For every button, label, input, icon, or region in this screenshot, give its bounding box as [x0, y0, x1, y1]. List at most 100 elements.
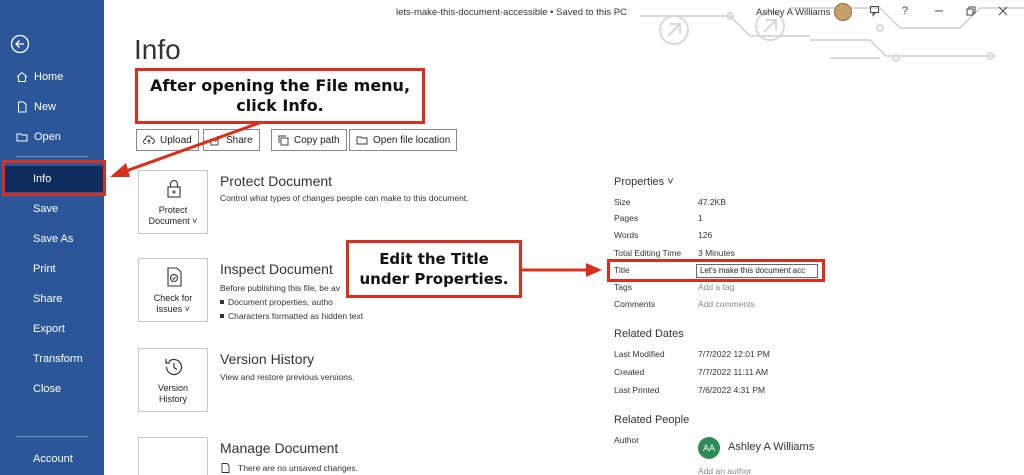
document-icon [221, 462, 230, 475]
property-value: 47.2KB [698, 197, 726, 207]
share-button[interactable]: Share [203, 129, 260, 151]
sidebar-item-share[interactable]: Share [0, 286, 104, 312]
inspect-button-label-2: Issues ˅ [156, 304, 190, 314]
restore-icon[interactable] [964, 4, 978, 18]
author-label: Author [614, 435, 640, 445]
protect-document-title: Protect Document [220, 173, 333, 189]
info-highlight-box [2, 160, 106, 196]
date-value: 7/6/2022 4:31 PM [698, 385, 766, 395]
open-file-location-label: Open file location [373, 134, 451, 146]
date-label: Last Modified [614, 349, 665, 359]
version-button-label-2: History [158, 394, 187, 404]
protect-document-desc: Control what types of changes people can… [220, 193, 469, 203]
share-label: Share [226, 134, 253, 146]
copy-path-label: Copy path [294, 134, 340, 146]
comments-input[interactable]: Add comments [698, 299, 755, 309]
folder-icon [356, 136, 368, 145]
sidebar-item-label: Export [33, 323, 65, 335]
tags-label: Tags [614, 282, 632, 292]
sidebar-item-label: Account [33, 453, 73, 465]
sidebar-item-close[interactable]: Close [0, 376, 104, 402]
sidebar-item-label: Close [33, 383, 62, 395]
check-for-issues-button[interactable]: Check for Issues ˅ [138, 258, 208, 322]
new-doc-icon [16, 101, 28, 113]
copy-icon [278, 135, 289, 145]
sidebar-divider [16, 156, 88, 157]
version-button-label: Version [157, 383, 189, 393]
sidebar-item-label: New [34, 101, 57, 113]
page-title: Info [134, 34, 181, 65]
feedback-icon[interactable] [868, 4, 882, 18]
property-label: Size [614, 197, 631, 207]
title-highlight-box [607, 259, 825, 282]
close-icon[interactable] [996, 4, 1010, 18]
protect-button-label: Protect [158, 205, 188, 215]
inspect-document-title: Inspect Document [220, 261, 333, 277]
history-clock-icon [161, 355, 187, 379]
add-author-link[interactable]: Add an author [698, 466, 751, 475]
property-value: 126 [698, 230, 713, 240]
upload-button[interactable]: Upload [136, 129, 199, 151]
upload-label: Upload [160, 134, 192, 146]
folder-open-icon [16, 131, 28, 143]
related-people-heading: Related People [614, 414, 690, 426]
open-file-location-button[interactable]: Open file location [349, 129, 458, 151]
date-label: Created [614, 367, 645, 377]
comments-label: Comments [614, 299, 656, 309]
property-value: 3 Minutes [698, 248, 735, 258]
sidebar-item-label: Save As [33, 233, 74, 245]
sidebar-divider [16, 436, 88, 437]
related-dates-heading: Related Dates [614, 328, 684, 340]
version-history-title: Version History [220, 351, 315, 367]
date-label: Last Printed [614, 385, 660, 395]
properties-heading[interactable]: Properties ˅ [614, 176, 674, 188]
cloud-upload-icon [143, 135, 155, 144]
sidebar-item-label: Open [34, 131, 61, 143]
inspect-document-desc: Before publishing this file, be av [220, 283, 341, 293]
lock-key-icon [161, 177, 187, 201]
manage-document-button[interactable] [138, 437, 208, 475]
sidebar-item-open[interactable]: Open [0, 124, 104, 150]
sidebar-item-new[interactable]: New [0, 94, 104, 120]
user-avatar[interactable] [834, 3, 852, 21]
title-bar: lets-make-this-document-accessible • Sav… [104, 0, 1024, 24]
manage-document-title: Manage Document [220, 440, 339, 456]
sidebar-item-account[interactable]: Account [0, 446, 104, 472]
callout-file-menu: After opening the File menu, click Info. [135, 68, 425, 124]
sidebar-item-print[interactable]: Print [0, 256, 104, 282]
minimize-icon[interactable] [932, 4, 946, 18]
author-name[interactable]: Ashley A Williams [728, 441, 814, 453]
back-arrow-icon[interactable] [10, 34, 30, 54]
account-name[interactable]: Ashley A Williams [756, 7, 830, 18]
inspect-bullet: Document properties, autho [220, 297, 333, 307]
file-menu-sidebar: Home New Open Info Save Save As Print Sh… [0, 0, 104, 475]
sidebar-item-label: Save [33, 203, 59, 215]
sidebar-item-label: Home [34, 71, 64, 83]
version-history-button[interactable]: Version History [138, 348, 208, 412]
date-value: 7/7/2022 12:01 PM [698, 349, 770, 359]
manage-document-desc: There are no unsaved changes. [238, 463, 359, 473]
sidebar-item-save[interactable]: Save [0, 196, 104, 222]
property-label: Total Editing Time [614, 248, 682, 258]
document-title: lets-make-this-document-accessible • Sav… [396, 7, 627, 18]
protect-document-button[interactable]: Protect Document ˅ [138, 170, 208, 234]
sidebar-item-save-as[interactable]: Save As [0, 226, 104, 252]
callout-edit-title: Edit the Title under Properties. [346, 240, 522, 298]
copy-path-button[interactable]: Copy path [271, 129, 347, 151]
share-icon [210, 135, 221, 145]
author-avatar[interactable]: AA [698, 437, 720, 459]
home-icon [16, 71, 28, 83]
sidebar-item-label: Share [33, 293, 63, 305]
property-label: Pages [614, 213, 639, 223]
arrow-to-title-head [586, 263, 602, 277]
protect-button-label-2: Document ˅ [148, 216, 198, 226]
sidebar-item-transform[interactable]: Transform [0, 346, 104, 372]
sidebar-item-export[interactable]: Export [0, 316, 104, 342]
help-icon[interactable]: ? [898, 4, 912, 18]
tags-input[interactable]: Add a tag [698, 282, 734, 292]
version-history-desc: View and restore previous versions. [220, 372, 355, 382]
inspect-bullet: Characters formatted as hidden text [219, 311, 364, 321]
sidebar-item-label: Transform [33, 353, 83, 365]
arrow-to-info-head [110, 163, 130, 177]
sidebar-item-home[interactable]: Home [0, 64, 104, 90]
